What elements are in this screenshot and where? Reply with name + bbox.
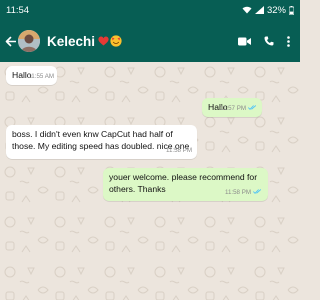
status-time: 11:54 bbox=[6, 4, 30, 16]
avatar[interactable] bbox=[18, 30, 40, 52]
message-time: 11:55 AM bbox=[28, 72, 54, 80]
chat-header: Kelechi bbox=[0, 20, 300, 62]
message-time: 11:58 PM bbox=[224, 188, 251, 196]
battery-percent: 32% bbox=[266, 4, 286, 16]
video-call-icon[interactable] bbox=[238, 37, 251, 46]
status-icons: 32% bbox=[242, 5, 294, 16]
message-meta: 11:57 PM bbox=[220, 103, 257, 115]
read-ticks-icon bbox=[248, 105, 257, 111]
read-ticks-icon bbox=[253, 189, 262, 195]
more-options-icon[interactable] bbox=[287, 35, 290, 47]
contact-emojis bbox=[98, 35, 122, 47]
back-button[interactable] bbox=[4, 33, 16, 49]
battery-icon bbox=[289, 5, 294, 15]
message-text: boss. I didn't even knw CapCut had half … bbox=[12, 129, 190, 151]
chat-area[interactable]: Hallo 11:55 AM Hallo 11:57 PM boss. I di… bbox=[0, 62, 300, 300]
message-outgoing[interactable]: Hallo 11:57 PM bbox=[202, 98, 262, 117]
header-actions bbox=[238, 35, 296, 47]
message-incoming[interactable]: boss. I didn't even knw CapCut had half … bbox=[6, 125, 197, 159]
smiling-face-emoji-icon bbox=[110, 35, 122, 47]
back-arrow-icon bbox=[5, 36, 16, 46]
status-bar: 11:54 32% bbox=[0, 0, 300, 20]
wifi-icon bbox=[242, 6, 252, 14]
signal-icon bbox=[254, 6, 264, 14]
message-outgoing[interactable]: youer welcome. please recommend for othe… bbox=[103, 168, 268, 201]
message-time: 11:57 PM bbox=[219, 104, 246, 112]
heart-emoji-icon bbox=[98, 36, 109, 46]
contact-name[interactable]: Kelechi bbox=[47, 34, 95, 49]
message-incoming[interactable]: Hallo 11:55 AM bbox=[6, 66, 57, 85]
message-time: 11:58 PM bbox=[165, 146, 192, 154]
phone-icon[interactable] bbox=[264, 36, 274, 46]
message-meta: 11:58 PM bbox=[225, 187, 262, 199]
